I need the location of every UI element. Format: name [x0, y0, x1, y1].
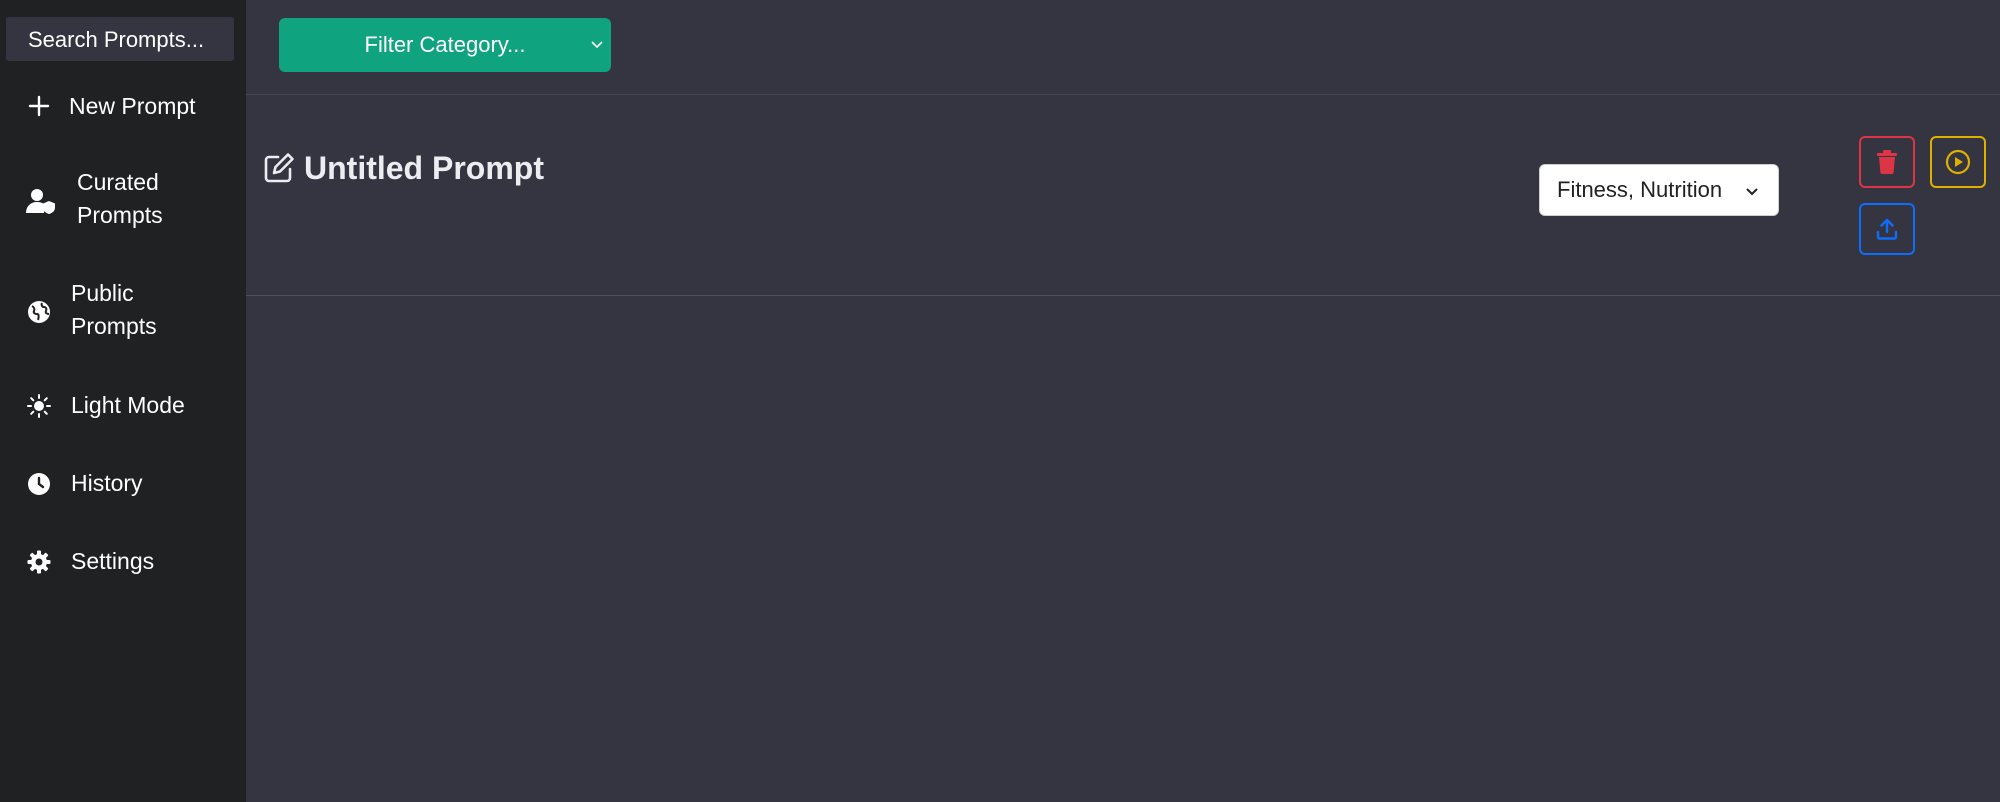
play-circle-icon — [1945, 149, 1971, 175]
sidebar-item-history[interactable]: History — [0, 467, 246, 501]
sidebar-item-new-prompt[interactable]: New Prompt — [0, 88, 246, 124]
sidebar-item-curated-prompts[interactable]: Curated Prompts — [0, 166, 246, 236]
edit-icon[interactable] — [262, 151, 296, 185]
sidebar-item-label: History — [71, 470, 143, 496]
run-button[interactable] — [1930, 136, 1986, 188]
prompt-title[interactable]: Untitled Prompt — [304, 150, 544, 187]
filter-category-label: Filter Category... — [364, 32, 526, 57]
chevron-down-icon — [591, 41, 603, 49]
category-select[interactable]: Fitness, Nutrition — [1539, 164, 1779, 216]
prompt-title-row[interactable]: Untitled Prompt — [262, 148, 544, 188]
trash-icon — [1877, 150, 1897, 174]
share-button[interactable] — [1859, 203, 1915, 255]
filter-category-select[interactable]: Filter Category... — [279, 18, 611, 72]
divider — [246, 94, 2000, 95]
sidebar-item-label: New Prompt — [69, 93, 196, 119]
upload-icon — [1876, 218, 1898, 240]
sidebar-item-label: Curated Prompts — [77, 169, 163, 228]
user-shield-icon — [26, 188, 56, 214]
sidebar-item-label: Light Mode — [71, 392, 185, 418]
clock-icon — [26, 471, 52, 497]
sidebar: Search Prompts... New Prompt Curated Pro… — [0, 0, 246, 802]
globe-icon — [26, 299, 52, 325]
sun-icon — [26, 393, 52, 419]
sidebar-item-settings[interactable]: Settings — [0, 545, 246, 579]
plus-icon — [26, 93, 52, 119]
sidebar-item-public-prompts[interactable]: Public Prompts — [0, 277, 246, 347]
main-panel: Filter Category... Untitled Prompt Fitne… — [246, 0, 2000, 802]
search-input[interactable]: Search Prompts... — [6, 17, 234, 61]
gear-icon — [26, 549, 52, 575]
sidebar-item-label: Public Prompts — [71, 280, 157, 339]
sidebar-item-light-mode[interactable]: Light Mode — [0, 389, 246, 423]
chevron-down-icon — [1746, 188, 1758, 196]
category-select-value: Fitness, Nutrition — [1557, 177, 1723, 202]
delete-button[interactable] — [1859, 136, 1915, 188]
divider — [246, 295, 2000, 296]
sidebar-item-label: Settings — [71, 548, 155, 574]
